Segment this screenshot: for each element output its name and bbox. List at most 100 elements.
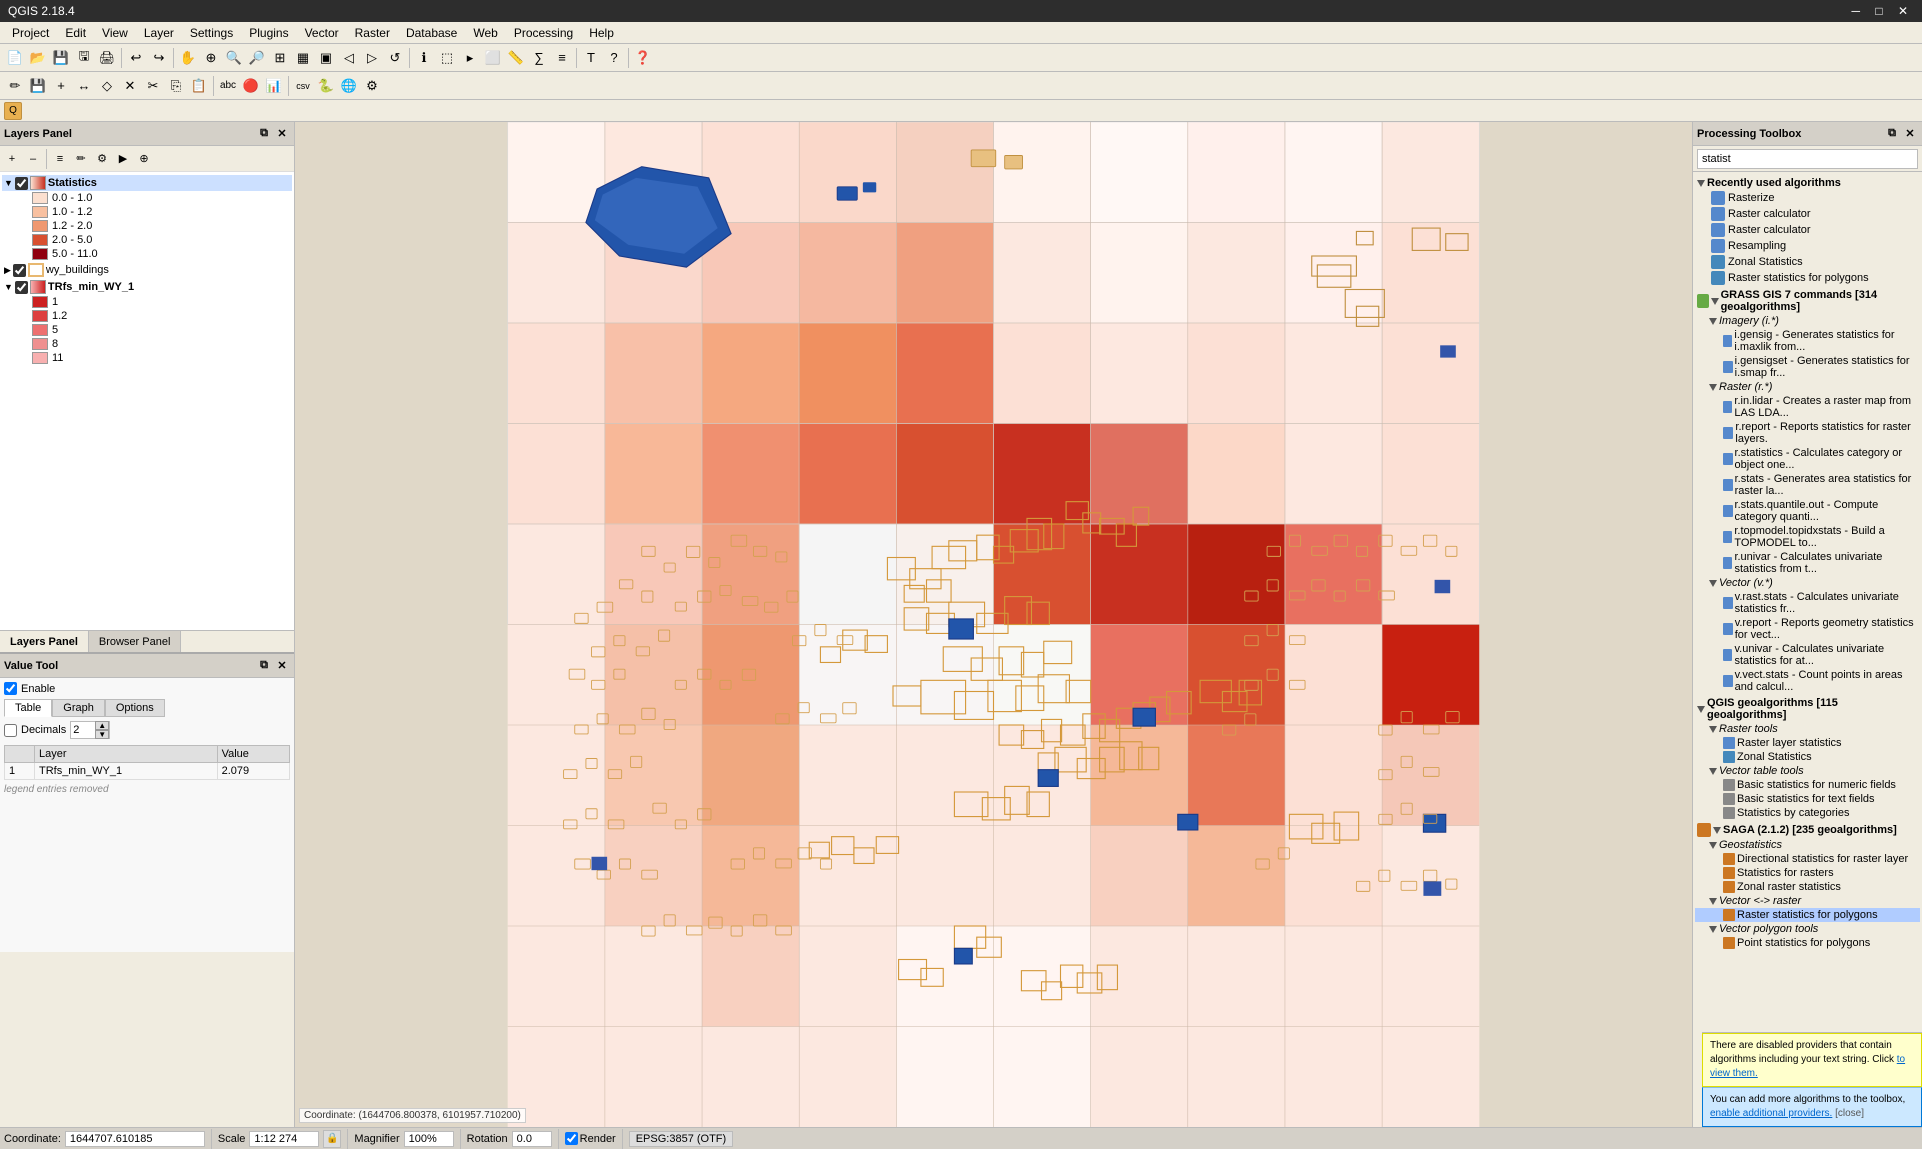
proc-saga-vectpoly-header[interactable]: Vector polygon tools bbox=[1695, 922, 1920, 936]
plugin-btn1[interactable]: Q bbox=[4, 102, 22, 120]
save-as-btn[interactable]: 🖫 bbox=[73, 47, 95, 69]
save-edit-btn[interactable]: 💾 bbox=[27, 75, 49, 97]
print-btn[interactable]: 🖨 bbox=[96, 47, 118, 69]
expand-wy-icon[interactable]: ▶ bbox=[4, 265, 11, 276]
proc-recent-header[interactable]: Recently used algorithms bbox=[1695, 176, 1920, 190]
magnifier-value[interactable]: 100% bbox=[404, 1131, 454, 1147]
render-check[interactable] bbox=[565, 1132, 578, 1145]
zoom-full-btn[interactable]: ⊞ bbox=[269, 47, 291, 69]
proc-item-zonal-raster-stats[interactable]: Zonal raster statistics bbox=[1695, 880, 1920, 894]
proc-item-stats-rasters[interactable]: Statistics for rasters bbox=[1695, 866, 1920, 880]
proc-item-raster-calc[interactable]: Raster calculator bbox=[1695, 206, 1920, 222]
menu-project[interactable]: Project bbox=[4, 24, 57, 42]
menu-vector[interactable]: Vector bbox=[297, 24, 347, 42]
layer-row-trfs[interactable]: ▼ TRfs_min_WY_1 bbox=[2, 279, 292, 295]
proc-saga-vectraster-header[interactable]: Vector <-> raster bbox=[1695, 894, 1920, 908]
proc-item-rquantile[interactable]: r.stats.quantile.out - Compute category … bbox=[1695, 498, 1920, 524]
move-feature-btn[interactable]: ↔ bbox=[73, 75, 95, 97]
proc-close-btn[interactable]: ✕ bbox=[1902, 126, 1918, 142]
scale-value[interactable]: 1:12 274 bbox=[249, 1131, 319, 1147]
minimize-btn[interactable]: ─ bbox=[1845, 4, 1866, 18]
stepper-up[interactable]: ▲ bbox=[95, 721, 109, 730]
proc-item-vraststats[interactable]: v.rast.stats - Calculates univariate sta… bbox=[1695, 590, 1920, 616]
proc-grass-header[interactable]: GRASS GIS 7 commands [314 geoalgorithms] bbox=[1695, 288, 1920, 314]
zoom-in-btn[interactable]: 🔍 bbox=[223, 47, 245, 69]
epsg-btn[interactable]: EPSG:3857 (OTF) bbox=[629, 1131, 733, 1147]
notif-blue-link[interactable]: enable additional providers. bbox=[1710, 1108, 1832, 1119]
proc-item-raster-layer-stats[interactable]: Raster layer statistics bbox=[1695, 736, 1920, 750]
zoom-layer-btn[interactable]: ▦ bbox=[292, 47, 314, 69]
zoom-selected-btn[interactable]: ▣ bbox=[315, 47, 337, 69]
copy-features-btn[interactable]: ⎘ bbox=[165, 75, 187, 97]
tip-btn[interactable]: ? bbox=[603, 47, 625, 69]
vt-decimals-input[interactable] bbox=[71, 724, 95, 736]
value-tool-float-btn[interactable]: ⧉ bbox=[256, 658, 272, 674]
restore-btn[interactable]: □ bbox=[1869, 4, 1888, 18]
open-attr-table-btn[interactable]: ≡ bbox=[50, 149, 70, 169]
vt-decimals-stepper[interactable]: ▲ ▼ bbox=[95, 721, 109, 739]
menu-plugins[interactable]: Plugins bbox=[241, 24, 296, 42]
proc-item-stats-categories[interactable]: Statistics by categories bbox=[1695, 806, 1920, 820]
proc-item-resampling[interactable]: Resampling bbox=[1695, 238, 1920, 254]
select-btn[interactable]: ▸ bbox=[459, 47, 481, 69]
rotation-value[interactable]: 0.0 bbox=[512, 1131, 552, 1147]
layer-row-wy-buildings[interactable]: ▶ wy_buildings bbox=[2, 262, 292, 278]
proc-item-vvectstats[interactable]: v.vect.stats - Count points in areas and… bbox=[1695, 668, 1920, 694]
proc-item-rtopmodel[interactable]: r.topmodel.topidxstats - Build a TOPMODE… bbox=[1695, 524, 1920, 550]
undo-btn[interactable]: ↩ bbox=[125, 47, 147, 69]
proc-item-runivar[interactable]: r.univar - Calculates univariate statist… bbox=[1695, 550, 1920, 576]
proc-item-zonal-statistics[interactable]: Zonal Statistics bbox=[1695, 750, 1920, 764]
refresh-btn[interactable]: ↺ bbox=[384, 47, 406, 69]
proc-item-dir-stats-raster[interactable]: Directional statistics for raster layer bbox=[1695, 852, 1920, 866]
csv-btn[interactable]: csv bbox=[292, 75, 314, 97]
redo-btn[interactable]: ↪ bbox=[148, 47, 170, 69]
tab-layers-panel[interactable]: Layers Panel bbox=[0, 631, 89, 652]
menu-raster[interactable]: Raster bbox=[347, 24, 398, 42]
scale-lock-btn[interactable]: 🔒 bbox=[323, 1130, 341, 1148]
proc-item-basic-stats-num[interactable]: Basic statistics for numeric fields bbox=[1695, 778, 1920, 792]
close-btn[interactable]: ✕ bbox=[1892, 4, 1914, 18]
label-btn[interactable]: T bbox=[580, 47, 602, 69]
remove-layer-btn[interactable]: – bbox=[23, 149, 43, 169]
filter-layer-btn[interactable]: ⚙ bbox=[92, 149, 112, 169]
coord-value[interactable]: 1644707.610185 bbox=[65, 1131, 205, 1147]
proc-item-raster-calc2[interactable]: Raster calculator bbox=[1695, 222, 1920, 238]
proc-item-rinlidar[interactable]: r.in.lidar - Creates a raster map from L… bbox=[1695, 394, 1920, 420]
proc-item-igensigset[interactable]: i.gensigset - Generates statistics for i… bbox=[1695, 354, 1920, 380]
proc-float-btn[interactable]: ⧉ bbox=[1884, 126, 1900, 142]
map-area[interactable]: Coordinate: (1644706.800378, 6101957.710… bbox=[295, 122, 1692, 1127]
proc-item-rreport[interactable]: r.report - Reports statistics for raster… bbox=[1695, 420, 1920, 446]
value-tool-close-btn[interactable]: ✕ bbox=[274, 658, 290, 674]
zoom-to-layer-btn[interactable]: ⊕ bbox=[134, 149, 154, 169]
zoom-next-btn[interactable]: ▷ bbox=[361, 47, 383, 69]
select-rect-btn[interactable]: ⬚ bbox=[436, 47, 458, 69]
proc-item-igensig[interactable]: i.gensig - Generates statistics for i.ma… bbox=[1695, 328, 1920, 354]
deselect-btn[interactable]: ⬜ bbox=[482, 47, 504, 69]
open-project-btn[interactable]: 📂 bbox=[27, 47, 49, 69]
zoom-last-btn[interactable]: ◁ bbox=[338, 47, 360, 69]
wy-buildings-visibility-check[interactable] bbox=[13, 264, 26, 277]
add-layer-btn[interactable]: + bbox=[2, 149, 22, 169]
proc-qgis-header[interactable]: QGIS geoalgorithms [115 geoalgorithms] bbox=[1695, 696, 1920, 722]
statistics-visibility-check[interactable] bbox=[15, 177, 28, 190]
stepper-down[interactable]: ▼ bbox=[95, 730, 109, 739]
browser-btn[interactable]: 🌐 bbox=[338, 75, 360, 97]
label-tool-btn[interactable]: abc bbox=[217, 75, 239, 97]
vt-decimals-check[interactable] bbox=[4, 724, 17, 737]
help-btn[interactable]: ❓ bbox=[632, 47, 654, 69]
menu-layer[interactable]: Layer bbox=[136, 24, 182, 42]
proc-grass-raster-header[interactable]: Raster (r.*) bbox=[1695, 380, 1920, 394]
vt-tab-graph[interactable]: Graph bbox=[52, 699, 105, 717]
new-project-btn[interactable]: 📄 bbox=[4, 47, 26, 69]
color-btn[interactable]: 🔴 bbox=[240, 75, 262, 97]
paste-features-btn[interactable]: 📋 bbox=[188, 75, 210, 97]
proc-saga-header[interactable]: SAGA (2.1.2) [235 geoalgorithms] bbox=[1695, 822, 1920, 838]
proc-item-rstats[interactable]: r.stats - Generates area statistics for … bbox=[1695, 472, 1920, 498]
menu-settings[interactable]: Settings bbox=[182, 24, 241, 42]
node-tool-btn[interactable]: ◇ bbox=[96, 75, 118, 97]
cut-features-btn[interactable]: ✂ bbox=[142, 75, 164, 97]
proc-item-basic-stats-text[interactable]: Basic statistics for text fields bbox=[1695, 792, 1920, 806]
add-feature-btn[interactable]: + bbox=[50, 75, 72, 97]
identify-btn[interactable]: ℹ bbox=[413, 47, 435, 69]
expand-statistics-icon[interactable]: ▼ bbox=[4, 178, 13, 188]
